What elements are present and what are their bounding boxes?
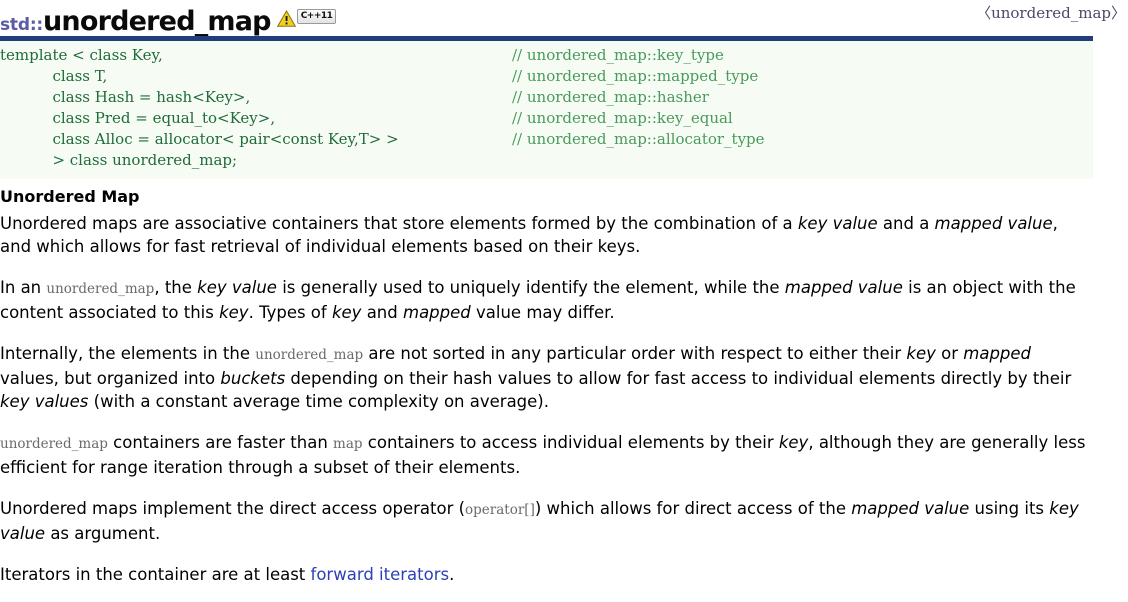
emphasis: key value	[797, 214, 878, 233]
code-declaration: template < class Key,	[0, 46, 163, 64]
code-comment: // unordered_map::key_equal	[512, 109, 733, 127]
emphasis: key values	[0, 392, 89, 411]
text: or	[935, 344, 964, 363]
code-line: class Alloc = allocator< pair<const Key,…	[0, 129, 1093, 150]
emphasis: key	[906, 344, 936, 363]
emphasis: key	[778, 433, 809, 452]
page-header: std::unordered_map C++11 〈unordered_map〉	[0, 0, 1128, 37]
paragraph-2: In an unordered_map, the key value is ge…	[0, 276, 1090, 324]
code-declaration: class Pred = equal_to<Key>,	[0, 109, 276, 127]
paragraph-6: Iterators in the container are at least …	[0, 563, 1090, 586]
code-comment: // unordered_map::allocator_type	[512, 130, 765, 148]
code-comment	[512, 150, 1093, 171]
class-name: unordered_map	[43, 6, 271, 37]
emphasis: mapped value	[851, 499, 970, 518]
text: value may differ.	[470, 303, 615, 322]
forward-iterators-link[interactable]: forward iterators	[311, 565, 450, 584]
text: containers to access individual elements…	[362, 433, 779, 452]
text: Unordered maps are associative container…	[0, 214, 798, 233]
code-comment: // unordered_map::hasher	[512, 88, 709, 106]
code-declaration: class T,	[0, 67, 108, 85]
description-section: Unordered Map Unordered maps are associa…	[0, 187, 1128, 586]
text: Internally, the elements in the	[0, 344, 256, 363]
text: and	[361, 303, 403, 322]
text: containers are faster than	[107, 433, 334, 452]
inline-code: unordered_map	[255, 347, 364, 363]
code-line: template < class Key, // unordered_map::…	[0, 45, 1093, 66]
code-line: class Hash = hash<Key>, // unordered_map…	[0, 87, 1093, 108]
text: using its	[969, 499, 1050, 518]
text: Unordered maps implement the direct acce…	[0, 499, 466, 518]
code-declaration: class Alloc = allocator< pair<const Key,…	[0, 130, 399, 148]
template-declaration-block: template < class Key, // unordered_map::…	[0, 36, 1093, 179]
text: .	[449, 565, 455, 584]
title-badges: C++11	[276, 1, 337, 35]
code-table: template < class Key, // unordered_map::…	[0, 45, 1093, 171]
text: is generally used to uniquely identify t…	[276, 278, 785, 297]
include-header-label: 〈unordered_map〉	[976, 4, 1126, 22]
text: as argument.	[45, 524, 161, 543]
text: . Types of	[248, 303, 332, 322]
section-heading: Unordered Map	[0, 187, 140, 206]
text: and a	[877, 214, 935, 233]
emphasis: key value	[197, 278, 277, 297]
namespace-prefix: std::	[0, 15, 44, 35]
cpp-standard-badge: C++11	[296, 9, 337, 24]
text: , the	[154, 278, 198, 297]
emphasis: mapped value	[934, 214, 1053, 233]
emphasis: key	[331, 303, 362, 322]
inline-code: unordered_map	[0, 436, 108, 452]
emphasis: key	[219, 303, 249, 322]
warning-triangle-icon	[276, 10, 296, 27]
text: values, but organized into	[0, 369, 221, 388]
code-table-body: template < class Key, // unordered_map::…	[0, 45, 1093, 171]
code-declaration: > class unordered_map;	[0, 151, 238, 169]
emphasis: buckets	[220, 369, 286, 388]
text: depending on their hash values to allow …	[285, 369, 1072, 388]
text: (with a constant average time complexity…	[88, 392, 549, 411]
code-comment: // unordered_map::key_type	[512, 46, 724, 64]
text: Iterators in the container are at least	[0, 565, 311, 584]
text: ) which allows for direct access of the	[534, 499, 852, 518]
paragraph-5: Unordered maps implement the direct acce…	[0, 497, 1090, 545]
emphasis: mapped	[963, 344, 1032, 363]
text: are not sorted in any particular order w…	[363, 344, 907, 363]
reference-page: std::unordered_map C++11 〈unordered_map〉 …	[0, 0, 1128, 602]
code-line: class Pred = equal_to<Key>, // unordered…	[0, 108, 1093, 129]
code-line: class T, // unordered_map::mapped_type	[0, 66, 1093, 87]
emphasis: mapped	[403, 303, 471, 322]
inline-code: unordered_map	[46, 281, 155, 297]
paragraph-3: Internally, the elements in the unordere…	[0, 342, 1090, 413]
emphasis: mapped value	[784, 278, 903, 297]
code-comment: // unordered_map::mapped_type	[512, 67, 759, 85]
paragraph-4: unordered_map containers are faster than…	[0, 431, 1090, 479]
text: In an	[0, 278, 47, 297]
code-declaration: class Hash = hash<Key>,	[0, 88, 251, 106]
inline-code: operator[]	[465, 502, 535, 518]
inline-code: map	[333, 436, 363, 452]
paragraph-1: Unordered maps are associative container…	[0, 212, 1090, 258]
code-line: > class unordered_map;	[0, 150, 1093, 171]
